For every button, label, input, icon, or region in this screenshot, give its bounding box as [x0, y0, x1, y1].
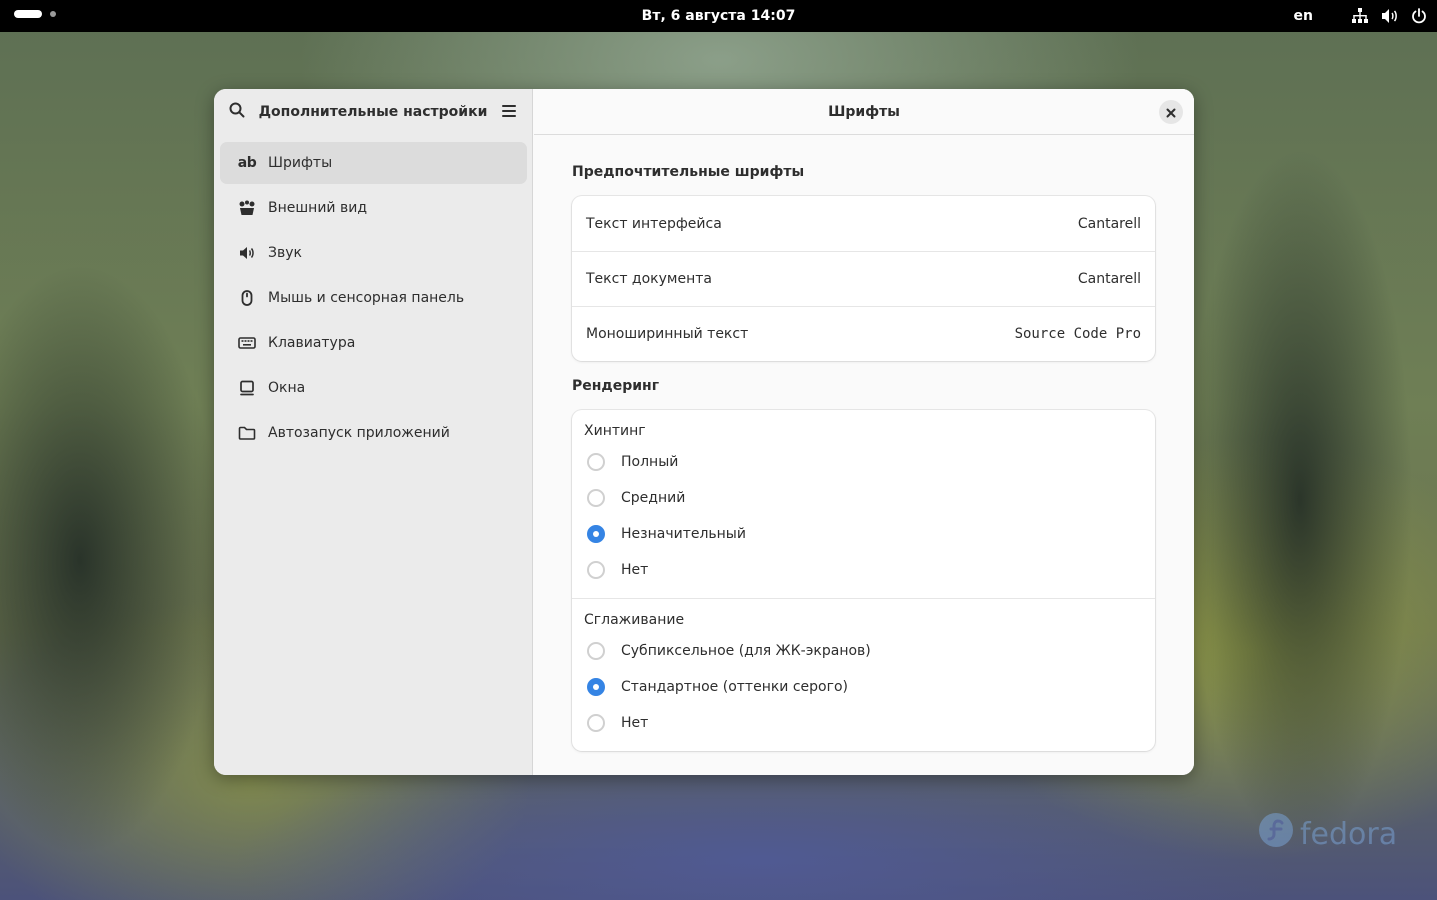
- keyboard-layout-indicator[interactable]: en: [1294, 8, 1313, 24]
- folder-icon: [238, 424, 256, 442]
- sidebar-item-keyboard[interactable]: Клавиатура: [220, 322, 527, 364]
- sidebar-item-label: Внешний вид: [268, 200, 368, 216]
- radio-button-checked[interactable]: [587, 525, 605, 543]
- page-title: Шрифты: [828, 104, 900, 120]
- antialiasing-option-subpixel[interactable]: Субпиксельное (для ЖК-экранов): [584, 633, 1143, 669]
- main-menu-button[interactable]: [494, 97, 524, 127]
- sidebar-item-sound[interactable]: Звук: [220, 232, 527, 274]
- sidebar-item-label: Клавиатура: [268, 335, 356, 351]
- top-bar: Вт, 6 августа 14:07 en: [0, 0, 1437, 32]
- rendering-heading: Рендеринг: [572, 378, 660, 394]
- row-label: Текст документа: [586, 271, 712, 287]
- font-button-monospace[interactable]: Source Code Pro: [1015, 326, 1141, 342]
- sidebar-nav: ab Шрифты Внешний вид Звук Мышь и сенсор…: [220, 142, 527, 457]
- sidebar-title: Дополнительные настройки: [258, 104, 488, 120]
- interface-text-row[interactable]: Текст интерфейса Cantarell: [572, 196, 1155, 251]
- radio-label: Нет: [621, 562, 649, 578]
- sidebar-item-label: Звук: [268, 245, 302, 261]
- antialiasing-group: Сглаживание Субпиксельное (для ЖК-экрано…: [572, 598, 1155, 751]
- monospace-text-row[interactable]: Моноширинный текст Source Code Pro: [572, 306, 1155, 361]
- hinting-option-medium[interactable]: Средний: [584, 480, 1143, 516]
- radio-button[interactable]: [587, 714, 605, 732]
- mouse-icon: [238, 289, 256, 307]
- network-icon[interactable]: [1351, 8, 1369, 24]
- sidebar-item-mouse-touchpad[interactable]: Мышь и сенсорная панель: [220, 277, 527, 319]
- hinting-label: Хинтинг: [584, 423, 646, 439]
- radio-label: Средний: [621, 490, 686, 506]
- radio-label: Нет: [621, 715, 649, 731]
- sidebar-item-fonts[interactable]: ab Шрифты: [220, 142, 527, 184]
- radio-button[interactable]: [587, 453, 605, 471]
- close-button[interactable]: [1159, 100, 1183, 124]
- font-button-document[interactable]: Cantarell: [1078, 271, 1141, 287]
- hinting-group: Хинтинг Полный Средний Незначительный Не…: [572, 410, 1155, 598]
- antialiasing-option-grayscale[interactable]: Стандартное (оттенки серого): [584, 669, 1143, 705]
- preferred-fonts-heading: Предпочтительные шрифты: [572, 164, 805, 180]
- sound-icon: [238, 244, 256, 262]
- sidebar-item-label: Шрифты: [268, 155, 333, 171]
- sidebar-item-label: Окна: [268, 380, 306, 396]
- sidebar: Дополнительные настройки ab Шрифты Внешн…: [214, 89, 533, 775]
- radio-label: Субпиксельное (для ЖК-экранов): [621, 643, 871, 659]
- hinting-option-slight[interactable]: Незначительный: [584, 516, 1143, 552]
- volume-icon[interactable]: [1381, 8, 1399, 24]
- rendering-card: Хинтинг Полный Средний Незначительный Не…: [572, 410, 1155, 751]
- fedora-logo: fedora: [1258, 812, 1397, 856]
- content-header: Шрифты: [534, 89, 1194, 135]
- tweaks-window: Дополнительные настройки ab Шрифты Внешн…: [214, 89, 1194, 775]
- radio-label: Стандартное (оттенки серого): [621, 679, 849, 695]
- hinting-option-none[interactable]: Нет: [584, 552, 1143, 588]
- radio-button-checked[interactable]: [587, 678, 605, 696]
- font-button-interface[interactable]: Cantarell: [1078, 216, 1141, 232]
- radio-button[interactable]: [587, 642, 605, 660]
- radio-button[interactable]: [587, 561, 605, 579]
- row-label: Текст интерфейса: [586, 215, 722, 232]
- window-icon: [238, 379, 256, 397]
- antialiasing-option-none[interactable]: Нет: [584, 705, 1143, 741]
- keyboard-icon: [238, 334, 256, 352]
- antialiasing-label: Сглаживание: [584, 612, 685, 628]
- appearance-icon: [238, 199, 256, 217]
- power-icon[interactable]: [1411, 8, 1427, 24]
- radio-label: Полный: [621, 454, 679, 470]
- fedora-logo-icon: [1258, 812, 1294, 856]
- fedora-logo-text: fedora: [1300, 816, 1398, 852]
- radio-button[interactable]: [587, 489, 605, 507]
- sidebar-item-windows[interactable]: Окна: [220, 367, 527, 409]
- sidebar-item-startup-applications[interactable]: Автозапуск приложений: [220, 412, 527, 454]
- fonts-icon: ab: [237, 155, 257, 171]
- sidebar-item-label: Автозапуск приложений: [268, 425, 450, 441]
- sidebar-item-label: Мышь и сенсорная панель: [268, 290, 465, 306]
- sidebar-header: Дополнительные настройки: [214, 89, 532, 135]
- preferred-fonts-card: Текст интерфейса Cantarell Текст докумен…: [572, 196, 1155, 361]
- row-label: Моноширинный текст: [586, 326, 749, 342]
- clock[interactable]: Вт, 6 августа 14:07: [0, 0, 1437, 32]
- sidebar-item-appearance[interactable]: Внешний вид: [220, 187, 527, 229]
- system-tray[interactable]: en: [1294, 0, 1427, 32]
- hinting-option-full[interactable]: Полный: [584, 444, 1143, 480]
- content-pane: Шрифты Предпочтительные шрифты Текст инт…: [534, 89, 1194, 775]
- radio-label: Незначительный: [621, 526, 746, 542]
- close-icon: [1166, 103, 1176, 122]
- document-text-row[interactable]: Текст документа Cantarell: [572, 251, 1155, 306]
- hamburger-menu-icon: [501, 103, 517, 122]
